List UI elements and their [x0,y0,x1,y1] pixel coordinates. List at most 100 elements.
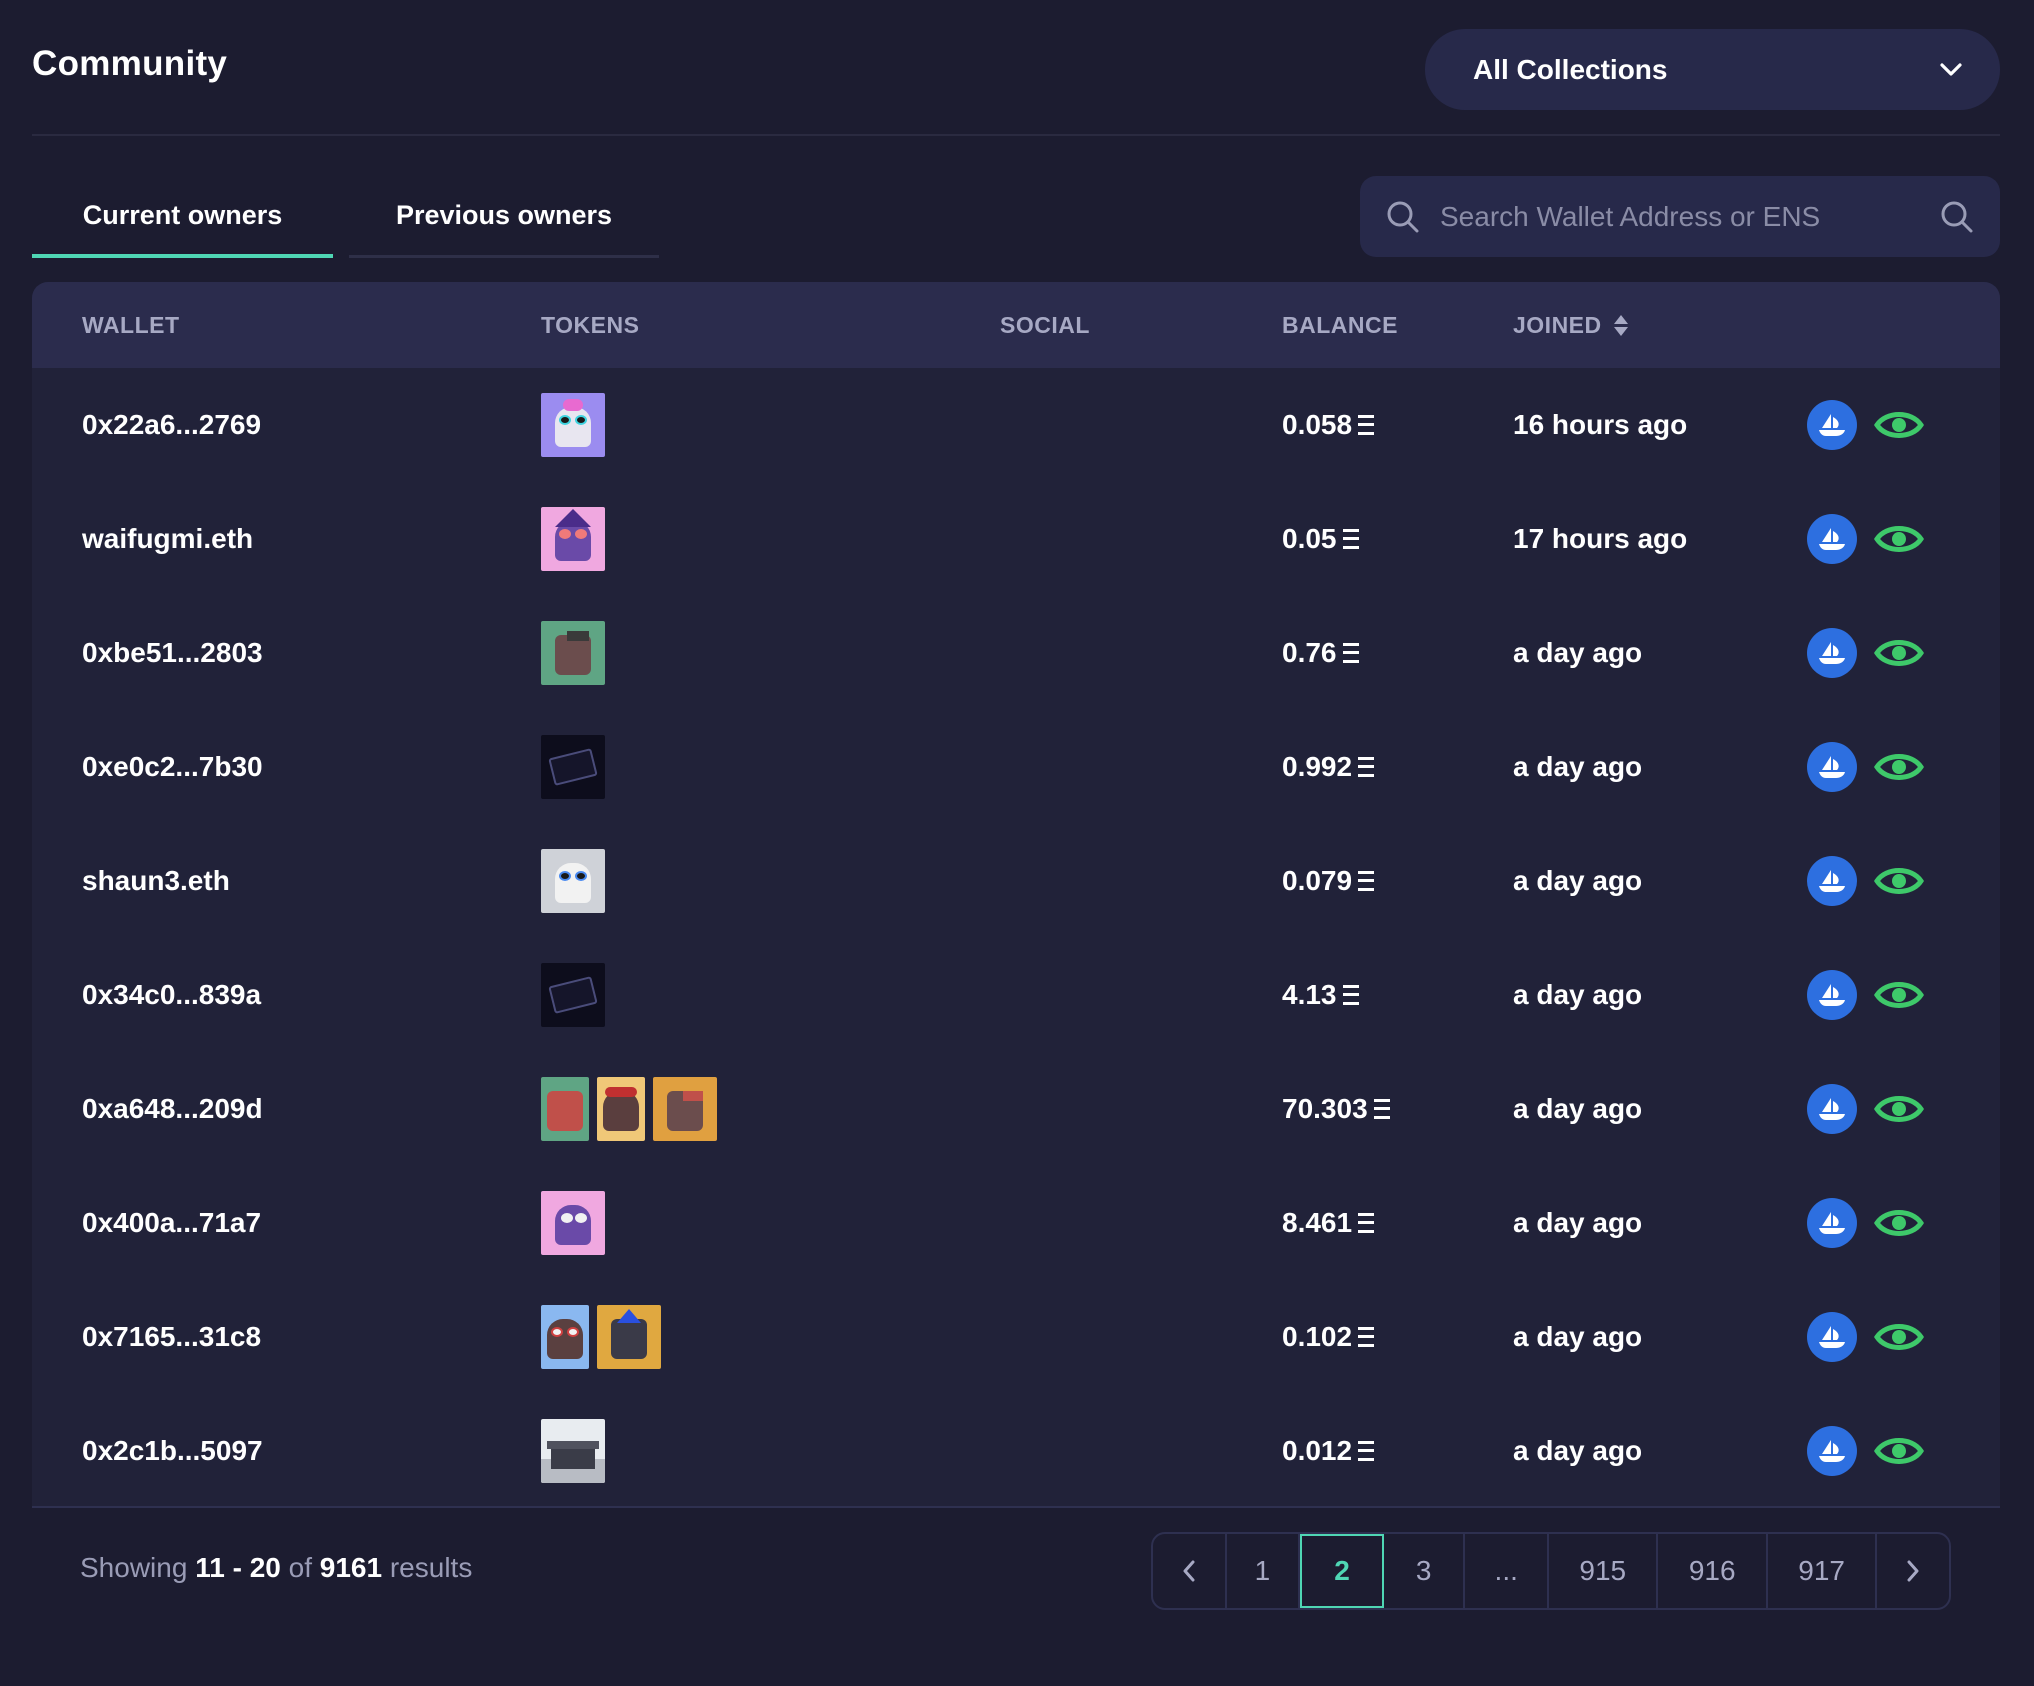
balance: 4.13 [1282,938,1359,1052]
owners-table: WALLET TOKENS SOCIAL BALANCE JOINED 0x22… [32,282,2000,1508]
opensea-icon[interactable] [1807,742,1857,792]
wallet-address[interactable]: 0x2c1b...5097 [82,1394,263,1506]
token-thumbnail[interactable] [541,1305,589,1369]
column-header-social: SOCIAL [1000,311,1090,338]
token-thumbnail[interactable] [541,393,605,457]
wallet-address[interactable]: 0x7165...31c8 [82,1280,261,1394]
wallet-address[interactable]: 0xa648...209d [82,1052,263,1166]
pagination-page[interactable]: 915 [1549,1534,1659,1608]
column-header-balance: BALANCE [1282,311,1398,338]
joined-time: 17 hours ago [1513,523,1688,554]
token-thumbnail[interactable] [653,1077,717,1141]
wallet-address[interactable]: 0x400a...71a7 [82,1166,261,1280]
joined-time: a day ago [1513,637,1643,668]
balance-value: 0.05 [1282,523,1337,554]
row-actions [1807,938,1925,1052]
token-thumbnail[interactable] [541,735,605,799]
table-row[interactable]: waifugmi.eth 0.05 17 hours ago [32,482,2000,596]
token-thumbnail[interactable] [541,1419,605,1483]
opensea-icon[interactable] [1807,1084,1857,1134]
tab-current-owners[interactable]: Current owners [32,176,333,258]
opensea-icon[interactable] [1807,628,1857,678]
table-row[interactable]: shaun3.eth 0.079 a day ago [32,824,2000,938]
balance-value: 70.303 [1282,1093,1368,1124]
token-list [541,824,605,938]
opensea-icon[interactable] [1807,400,1857,450]
table-row[interactable]: 0x7165...31c8 0.102 a day ago [32,1280,2000,1394]
token-thumbnail[interactable] [541,1077,589,1141]
token-list [541,1280,661,1394]
token-thumbnail[interactable] [541,621,605,685]
token-list [541,710,605,824]
column-header-joined[interactable]: JOINED [1513,282,1628,368]
tab-previous-owners[interactable]: Previous owners [349,176,659,258]
wallet-address[interactable]: 0xbe51...2803 [82,596,263,710]
balance-value: 8.461 [1282,1207,1353,1238]
balance: 0.102 [1282,1280,1375,1394]
eth-icon [1358,1440,1375,1462]
pagination-page[interactable]: 1 [1227,1534,1301,1608]
pagination-page-active[interactable]: 2 [1300,1534,1384,1608]
wallet-address[interactable]: 0x22a6...2769 [82,368,261,482]
wallet-address[interactable]: 0x34c0...839a [82,938,261,1052]
wallet-address[interactable]: shaun3.eth [82,824,230,938]
balance-value: 0.058 [1282,409,1353,440]
opensea-icon[interactable] [1807,514,1857,564]
opensea-icon[interactable] [1807,1198,1857,1248]
table-row[interactable]: 0x400a...71a7 8.461 a day ago [32,1166,2000,1280]
token-thumbnail[interactable] [597,1077,645,1141]
pagination-prev-button[interactable] [1153,1534,1227,1608]
table-row[interactable]: 0xa648...209d 70.303 a day ago [32,1052,2000,1166]
token-thumbnail[interactable] [541,849,605,913]
opensea-icon[interactable] [1807,1312,1857,1362]
watch-eye-icon[interactable] [1873,628,1925,678]
row-actions [1807,1280,1925,1394]
watch-eye-icon[interactable] [1873,1312,1925,1362]
watch-eye-icon[interactable] [1873,1426,1925,1476]
table-row[interactable]: 0x34c0...839a 4.13 a day ago [32,938,2000,1052]
opensea-icon[interactable] [1807,856,1857,906]
balance-value: 0.012 [1282,1435,1353,1466]
watch-eye-icon[interactable] [1873,400,1925,450]
token-list [541,1052,717,1166]
row-actions [1807,596,1925,710]
search-submit-icon[interactable] [1940,200,1974,234]
row-actions [1807,710,1925,824]
pagination-page[interactable]: 917 [1768,1534,1878,1608]
results-label: results [389,1552,473,1583]
token-thumbnail[interactable] [541,1191,605,1255]
collection-select[interactable]: All Collections [1425,29,2000,110]
watch-eye-icon[interactable] [1873,742,1925,792]
pagination-next-button[interactable] [1877,1534,1949,1608]
opensea-icon[interactable] [1807,1426,1857,1476]
watch-eye-icon[interactable] [1873,1198,1925,1248]
search-box [1360,176,2000,257]
row-actions [1807,1052,1925,1166]
pagination-ellipsis: ... [1465,1534,1550,1608]
range-start: 11 [195,1552,225,1583]
page-header: Community All Collections [32,0,2000,136]
token-thumbnail[interactable] [541,963,605,1027]
watch-eye-icon[interactable] [1873,514,1925,564]
wallet-address[interactable]: 0xe0c2...7b30 [82,710,263,824]
token-thumbnail[interactable] [597,1305,661,1369]
opensea-icon[interactable] [1807,970,1857,1020]
watch-eye-icon[interactable] [1873,970,1925,1020]
table-row[interactable]: 0x22a6...2769 0.058 16 hours ago [32,368,2000,482]
pagination-page[interactable]: 3 [1384,1534,1466,1608]
chevron-right-icon [1907,1560,1919,1582]
search-input[interactable] [1440,200,1940,233]
balance: 8.461 [1282,1166,1375,1280]
wallet-address[interactable]: waifugmi.eth [82,482,253,596]
joined-time: a day ago [1513,1321,1643,1352]
pagination: 1 2 3 ... 915 916 917 [1151,1532,1951,1610]
token-list [541,1394,605,1506]
sort-icon[interactable] [1613,314,1628,336]
table-row[interactable]: 0x2c1b...5097 0.012 a day ago [32,1394,2000,1506]
watch-eye-icon[interactable] [1873,1084,1925,1134]
pagination-page[interactable]: 916 [1658,1534,1768,1608]
table-row[interactable]: 0xbe51...2803 0.76 a day ago [32,596,2000,710]
token-thumbnail[interactable] [541,507,605,571]
watch-eye-icon[interactable] [1873,856,1925,906]
table-row[interactable]: 0xe0c2...7b30 0.992 a day ago [32,710,2000,824]
